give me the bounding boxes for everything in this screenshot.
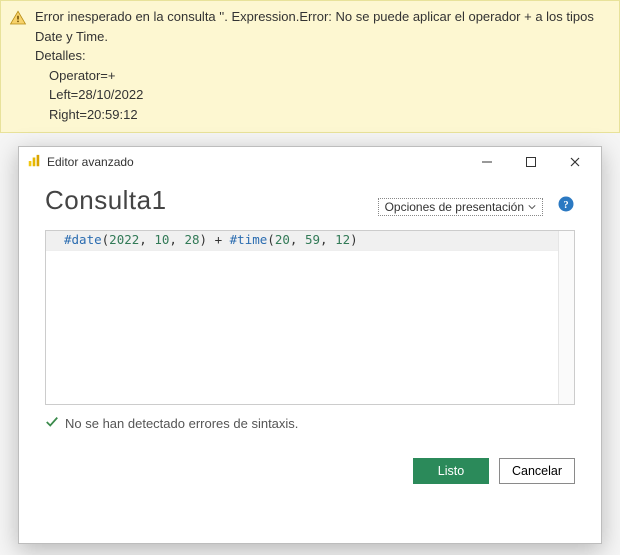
cancel-button[interactable]: Cancelar — [499, 458, 575, 484]
minimize-button[interactable] — [465, 147, 509, 177]
code-line-1: #date(2022, 10, 28) + #time(20, 59, 12) — [64, 231, 358, 250]
done-button-label: Listo — [438, 464, 464, 478]
dialog-title: Editor avanzado — [47, 155, 134, 169]
check-icon — [45, 415, 59, 432]
chevron-down-icon — [528, 200, 536, 214]
code-gutter — [558, 231, 574, 404]
cancel-button-label: Cancelar — [512, 464, 562, 478]
done-button[interactable]: Listo — [413, 458, 489, 484]
titlebar: Editor avanzado — [19, 147, 601, 177]
display-options-label: Opciones de presentación — [385, 200, 524, 214]
warning-message: Error inesperado en la consulta ''. Expr… — [35, 7, 611, 46]
advanced-editor-dialog: Editor avanzado Consulta1 Opciones de pr… — [18, 146, 602, 544]
warning-banner: Error inesperado en la consulta ''. Expr… — [0, 0, 620, 133]
code-editor[interactable]: #date(2022, 10, 28) + #time(20, 59, 12) — [45, 230, 575, 405]
maximize-button[interactable] — [509, 147, 553, 177]
help-icon[interactable]: ? — [557, 195, 575, 216]
warning-left: Left=28/10/2022 — [49, 85, 611, 105]
syntax-status: No se han detectado errores de sintaxis. — [45, 415, 575, 432]
warning-icon — [9, 9, 29, 33]
svg-text:?: ? — [563, 200, 568, 211]
query-name: Consulta1 — [45, 185, 378, 216]
warning-right: Right=20:59:12 — [49, 105, 611, 125]
syntax-status-text: No se han detectado errores de sintaxis. — [65, 416, 298, 431]
display-options-dropdown[interactable]: Opciones de presentación — [378, 198, 543, 216]
warning-operator: Operator=+ — [49, 66, 611, 86]
warning-details-label: Detalles: — [35, 46, 611, 66]
close-button[interactable] — [553, 147, 597, 177]
powerbi-logo-icon — [27, 154, 41, 171]
